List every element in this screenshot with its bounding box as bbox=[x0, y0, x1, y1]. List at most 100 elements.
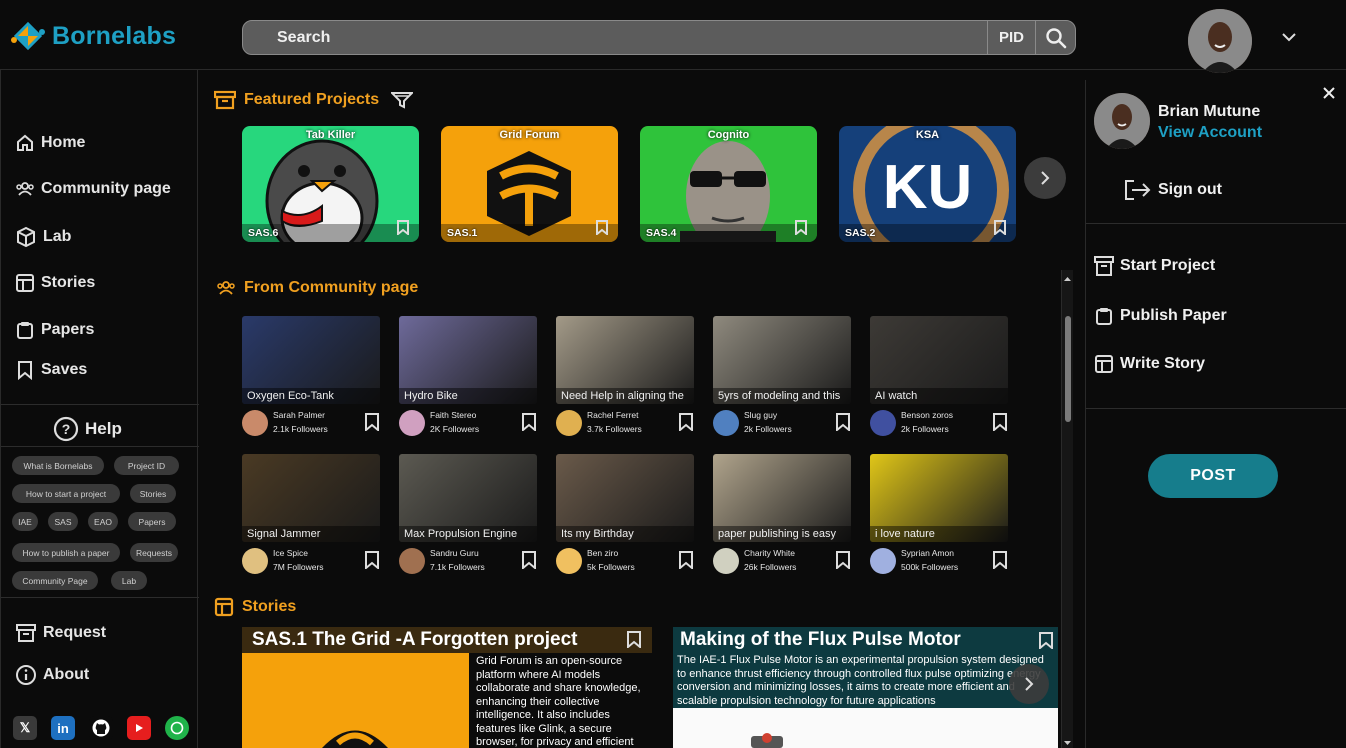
featured-next-button[interactable] bbox=[1024, 157, 1066, 199]
sidebar-item-saves[interactable]: Saves bbox=[15, 360, 87, 380]
scrollbar[interactable] bbox=[1061, 270, 1073, 748]
save-button[interactable] bbox=[992, 551, 1008, 574]
author-avatar[interactable] bbox=[556, 410, 582, 436]
sidebar-item-stories[interactable]: Stories bbox=[15, 273, 95, 293]
author-avatar[interactable] bbox=[713, 410, 739, 436]
search-input[interactable]: Search bbox=[243, 29, 987, 47]
author-avatar[interactable] bbox=[713, 548, 739, 574]
author-name[interactable]: Ben ziro bbox=[587, 548, 618, 558]
write-story-button[interactable]: Write Story bbox=[1094, 354, 1205, 374]
sidebar-item-request[interactable]: Request bbox=[15, 622, 106, 644]
author-avatar[interactable] bbox=[242, 410, 268, 436]
scrollbar-thumb[interactable] bbox=[1065, 316, 1071, 422]
save-button[interactable] bbox=[993, 220, 1007, 240]
community-post-image[interactable]: AI watch bbox=[870, 316, 1008, 404]
profile-avatar[interactable] bbox=[1188, 9, 1252, 73]
view-account-link[interactable]: View Account bbox=[1158, 124, 1262, 142]
save-button[interactable] bbox=[364, 413, 380, 436]
save-button[interactable] bbox=[678, 413, 694, 436]
whatsapp-icon[interactable] bbox=[165, 716, 189, 740]
bookmark-icon[interactable] bbox=[626, 631, 642, 648]
featured-card[interactable]: Grid Forum SAS.1 bbox=[441, 126, 618, 242]
featured-card[interactable]: Tab Killer SAS.6 bbox=[242, 126, 419, 242]
x-icon[interactable]: 𝕏 bbox=[13, 716, 37, 740]
save-button[interactable] bbox=[835, 413, 851, 436]
story-card[interactable]: SAS.1 The Grid -A Forgotten project Grid… bbox=[242, 627, 652, 748]
author-name[interactable]: Slug guy bbox=[744, 410, 777, 420]
save-button[interactable] bbox=[992, 413, 1008, 436]
author-name[interactable]: Sandru Guru bbox=[430, 548, 479, 558]
search-button[interactable] bbox=[1035, 21, 1075, 54]
author-name[interactable]: Faith Stereo bbox=[430, 410, 476, 420]
profile-menu-toggle[interactable] bbox=[1280, 30, 1298, 49]
author-name[interactable]: Rachel Ferret bbox=[587, 410, 639, 420]
help-chip[interactable]: Lab bbox=[111, 571, 147, 590]
app-logo[interactable]: Bornelabs bbox=[10, 18, 176, 54]
account-avatar[interactable] bbox=[1094, 93, 1150, 149]
help-chip[interactable]: Papers bbox=[128, 512, 176, 531]
help-chip[interactable]: Requests bbox=[130, 543, 178, 562]
help-chip[interactable]: Stories bbox=[130, 484, 176, 503]
help-chip[interactable]: What is Bornelabs bbox=[12, 456, 104, 475]
community-post-image[interactable]: i love nature bbox=[870, 454, 1008, 542]
author-name[interactable]: Sarah Palmer bbox=[273, 410, 325, 420]
scroll-up-icon[interactable] bbox=[1062, 274, 1073, 284]
search-bar[interactable]: Search PID bbox=[242, 20, 1076, 55]
author-avatar[interactable] bbox=[870, 410, 896, 436]
author-name[interactable]: Syprian Amon bbox=[901, 548, 954, 558]
linkedin-icon[interactable]: in bbox=[51, 716, 75, 740]
author-avatar[interactable] bbox=[242, 548, 268, 574]
stories-next-button[interactable] bbox=[1009, 664, 1049, 704]
community-post-image[interactable]: Its my Birthday bbox=[556, 454, 694, 542]
sidebar-item-community[interactable]: Community page bbox=[15, 180, 171, 198]
community-post-image[interactable]: 5yrs of modeling and this bbox=[713, 316, 851, 404]
pid-button[interactable]: PID bbox=[987, 21, 1035, 54]
save-button[interactable] bbox=[595, 220, 609, 240]
save-button[interactable] bbox=[521, 413, 537, 436]
community-post-image[interactable]: Need Help in aligning the bbox=[556, 316, 694, 404]
save-button[interactable] bbox=[835, 551, 851, 574]
help-chip[interactable]: Community Page bbox=[12, 571, 98, 590]
author-avatar[interactable] bbox=[870, 548, 896, 574]
featured-card[interactable]: Cognito SAS.4 bbox=[640, 126, 817, 242]
bookmark-icon[interactable] bbox=[1038, 632, 1054, 649]
help-chip[interactable]: How to publish a paper bbox=[12, 543, 120, 562]
help-chip[interactable]: IAE bbox=[12, 512, 38, 531]
help-chip[interactable]: EAO bbox=[88, 512, 118, 531]
author-name[interactable]: Benson zoros bbox=[901, 410, 953, 420]
close-panel-button[interactable] bbox=[1322, 86, 1336, 105]
featured-card[interactable]: KU KSA SAS.2 bbox=[839, 126, 1016, 242]
author-name[interactable]: Ice Spice bbox=[273, 548, 308, 558]
author-avatar[interactable] bbox=[556, 548, 582, 574]
author-avatar[interactable] bbox=[399, 548, 425, 574]
help-chip[interactable]: How to start a project bbox=[12, 484, 120, 503]
author-avatar[interactable] bbox=[399, 410, 425, 436]
sign-out-button[interactable]: Sign out bbox=[1124, 179, 1222, 201]
community-post-image[interactable]: Max Propulsion Engine bbox=[399, 454, 537, 542]
story-card[interactable]: Making of the Flux Pulse Motor The IAE-1… bbox=[673, 627, 1058, 748]
publish-paper-button[interactable]: Publish Paper bbox=[1094, 306, 1227, 326]
github-icon[interactable] bbox=[89, 716, 113, 740]
help-section-title[interactable]: ? Help bbox=[53, 416, 122, 442]
community-post-image[interactable]: Signal Jammer bbox=[242, 454, 380, 542]
sidebar-item-about[interactable]: About bbox=[15, 664, 89, 686]
save-button[interactable] bbox=[521, 551, 537, 574]
author-name[interactable]: Charity White bbox=[744, 548, 795, 558]
help-chip[interactable]: SAS bbox=[48, 512, 78, 531]
youtube-icon[interactable] bbox=[127, 716, 151, 740]
help-chip[interactable]: Project ID bbox=[114, 456, 179, 475]
save-button[interactable] bbox=[364, 551, 380, 574]
post-button[interactable]: POST bbox=[1148, 454, 1278, 498]
community-post-image[interactable]: Oxygen Eco-Tank bbox=[242, 316, 380, 404]
sidebar-item-home[interactable]: Home bbox=[15, 133, 85, 153]
community-post-image[interactable]: Hydro Bike bbox=[399, 316, 537, 404]
filter-icon[interactable] bbox=[391, 91, 414, 109]
community-post-image[interactable]: paper publishing is easy bbox=[713, 454, 851, 542]
sidebar-item-papers[interactable]: Papers bbox=[15, 320, 94, 340]
sidebar-item-lab[interactable]: Lab bbox=[15, 226, 71, 248]
save-button[interactable] bbox=[396, 220, 410, 240]
save-button[interactable] bbox=[794, 220, 808, 240]
start-project-button[interactable]: Start Project bbox=[1094, 255, 1215, 277]
scroll-down-icon[interactable] bbox=[1062, 738, 1073, 748]
save-button[interactable] bbox=[678, 551, 694, 574]
